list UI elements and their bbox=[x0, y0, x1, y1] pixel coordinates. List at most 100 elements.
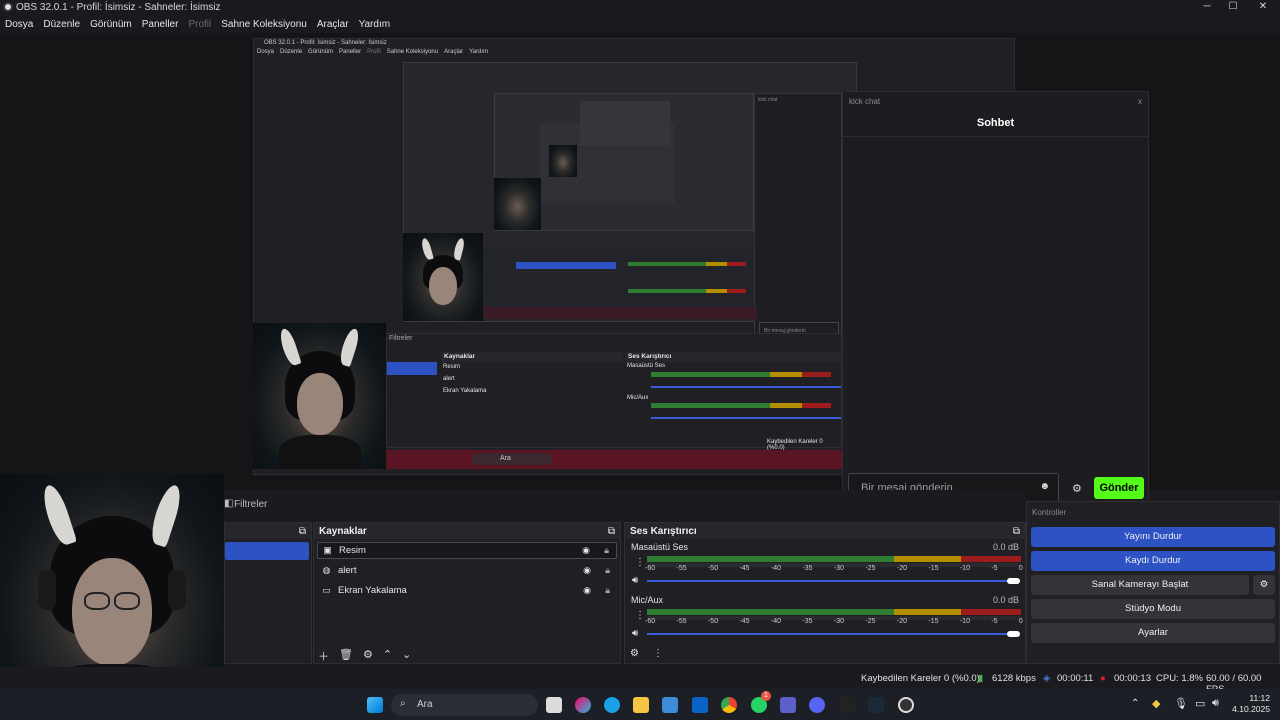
stop-stream-button[interactable]: Yayını Durdur bbox=[1031, 527, 1275, 547]
steam-icon[interactable] bbox=[868, 697, 884, 713]
meter-scale: -60 -55 -50 -45 -40 -35 -30 -25 -20 -15 -10 -5 0 bbox=[645, 565, 1023, 572]
dropped-frames: Kaybedilen Kareler 0 (%0.0) bbox=[861, 673, 980, 684]
source-row[interactable]: ▭ Ekran Yakalama ◉ 🔒︎ bbox=[317, 582, 617, 599]
sources-toolbar: ＋ 🗑︎ ⚙ ⌃ ⌄ bbox=[318, 648, 411, 664]
nested-webcam-5 bbox=[549, 145, 577, 177]
dock-undock-icon[interactable]: ⧉ bbox=[608, 526, 615, 537]
nested-search: Ara bbox=[472, 453, 552, 465]
windows-start-icon[interactable] bbox=[367, 697, 383, 713]
dock-undock-icon[interactable]: ⧉ bbox=[299, 526, 306, 537]
copilot-icon[interactable] bbox=[575, 697, 591, 713]
mixer-title: Ses Karıştırıcı bbox=[630, 525, 697, 537]
channel-menu-icon[interactable]: ⋮ bbox=[635, 557, 645, 568]
volume-slider[interactable] bbox=[647, 580, 1017, 582]
controls-title: Kontroller bbox=[1032, 508, 1067, 517]
chat-send-button[interactable]: Gönder bbox=[1094, 477, 1144, 499]
maximize-icon[interactable]: ☐ bbox=[1218, 0, 1248, 15]
taskbar-search[interactable]: ⌕ Ara bbox=[391, 694, 538, 716]
taskbar-clock[interactable]: 11:12 4.10.2025 bbox=[1232, 693, 1270, 715]
filters-bar: ◧ Filtreler bbox=[224, 490, 1026, 522]
microsoft-store-icon[interactable] bbox=[662, 697, 678, 713]
channel-menu-icon[interactable]: ⋮ bbox=[635, 610, 645, 621]
studio-mode-button[interactable]: Stüdyo Modu bbox=[1031, 599, 1275, 619]
arc-icon[interactable] bbox=[839, 697, 855, 713]
speaker-icon[interactable]: 🔊︎ bbox=[632, 628, 638, 639]
lock-icon[interactable]: 🔒︎ bbox=[604, 545, 609, 556]
start-virtual-camera-button[interactable]: Sanal Kamerayı Başlat bbox=[1031, 575, 1249, 595]
headphone-right bbox=[168, 570, 186, 610]
nested-docks-1: Filtreler Kaynaklar Ses Karıştırıcı Resi… bbox=[386, 333, 843, 451]
move-up-icon[interactable]: ⌃ bbox=[383, 648, 392, 664]
nested-source: Resim bbox=[443, 364, 461, 370]
network-icon[interactable]: ▭ bbox=[1195, 697, 1205, 710]
filters-label[interactable]: Filtreler bbox=[234, 499, 267, 510]
teams-icon[interactable] bbox=[780, 697, 796, 713]
nested-menu: Dosya Düzenle Görünüm Paneller Profil Sa… bbox=[254, 49, 1014, 59]
file-explorer-icon[interactable] bbox=[633, 697, 649, 713]
menu-tools[interactable]: Araçlar bbox=[317, 19, 349, 30]
chat-close-button[interactable]: x bbox=[1138, 97, 1142, 106]
outlook-icon[interactable] bbox=[692, 697, 708, 713]
advanced-audio-icon[interactable]: ⚙ bbox=[630, 648, 639, 659]
lock-icon[interactable]: 🔒︎ bbox=[605, 565, 610, 576]
chat-title: Sohbet bbox=[843, 110, 1148, 137]
lock-icon[interactable]: 🔒︎ bbox=[605, 585, 610, 596]
speaker-icon[interactable]: 🔊︎ bbox=[632, 575, 638, 586]
search-icon: ⌕ bbox=[400, 698, 406, 709]
source-properties-gear-icon[interactable]: ⚙ bbox=[363, 648, 373, 664]
menu-docks[interactable]: Paneller bbox=[142, 19, 179, 30]
nested-menu-item: Görünüm bbox=[308, 49, 334, 55]
obs-taskbar-icon[interactable] bbox=[898, 697, 914, 713]
filters-icon[interactable]: ◧ bbox=[224, 498, 233, 509]
virtual-camera-gear-icon[interactable]: ⚙ bbox=[1253, 575, 1275, 595]
menu-edit[interactable]: Düzenle bbox=[43, 19, 80, 30]
volume-knob[interactable] bbox=[1007, 578, 1020, 584]
menu-file[interactable]: Dosya bbox=[5, 19, 33, 30]
settings-button[interactable]: Ayarlar bbox=[1031, 623, 1275, 643]
nested-mic: Mic/Aux bbox=[627, 395, 649, 401]
scene-item-selected[interactable] bbox=[225, 542, 309, 560]
scenes-dock: ⧉ bbox=[224, 522, 312, 664]
meter-scale: -60 -55 -50 -45 -40 -35 -30 -25 -20 -15 -10 -5 0 bbox=[645, 618, 1023, 625]
nested-webcam-1 bbox=[253, 323, 386, 469]
menu-scene-collection[interactable]: Sahne Koleksiyonu bbox=[221, 19, 307, 30]
nested-title: OBS 32.0.1 - Profil: İsimsiz - Sahneler:… bbox=[264, 40, 387, 46]
chat-window-label: kick chat bbox=[849, 97, 881, 106]
whatsapp-icon[interactable]: 1 bbox=[751, 691, 771, 713]
move-down-icon[interactable]: ⌄ bbox=[402, 648, 411, 664]
chrome-icon[interactable] bbox=[721, 697, 737, 713]
eye-icon[interactable]: ◉ bbox=[583, 585, 591, 596]
microphone-icon[interactable]: 🎙︎ bbox=[1174, 697, 1188, 710]
remove-source-icon[interactable]: 🗑︎ bbox=[339, 648, 353, 664]
stop-record-button[interactable]: Kaydı Durdur bbox=[1031, 551, 1275, 571]
channel-name: Masaüstü Ses bbox=[631, 542, 689, 552]
tray-app-icon[interactable]: ◆ bbox=[1152, 697, 1160, 710]
source-row[interactable]: ◍ alert ◉ 🔒︎ bbox=[317, 562, 617, 579]
nested-filters-label: Filtreler bbox=[389, 335, 413, 342]
menu-help[interactable]: Yardım bbox=[359, 19, 391, 30]
eye-icon[interactable]: ◉ bbox=[582, 545, 590, 556]
volume-knob[interactable] bbox=[1007, 631, 1020, 637]
emoji-icon[interactable]: ☻ bbox=[1039, 481, 1050, 492]
source-row[interactable]: ▣ Resim ◉ 🔒︎ bbox=[317, 542, 617, 559]
sources-dock: Kaynaklar ⧉ ▣ Resim ◉ 🔒︎ ◍ alert ◉ 🔒︎ ▭ … bbox=[313, 522, 621, 664]
edge-icon[interactable] bbox=[604, 697, 620, 713]
task-view-icon[interactable] bbox=[546, 697, 562, 713]
dock-undock-icon[interactable]: ⧉ bbox=[1013, 526, 1020, 537]
add-source-icon[interactable]: ＋ bbox=[318, 648, 329, 664]
whatsapp-badge: 1 bbox=[761, 691, 771, 701]
volume-icon[interactable]: 🔊︎ bbox=[1212, 697, 1219, 710]
nested-obs-window-5 bbox=[580, 101, 670, 146]
discord-icon[interactable] bbox=[809, 697, 825, 713]
eye-icon[interactable]: ◉ bbox=[583, 565, 591, 576]
scenes-header: ⧉ bbox=[225, 523, 311, 539]
nested-chat-label: kick chat bbox=[758, 97, 778, 103]
chevron-up-icon[interactable]: ⌃ bbox=[1131, 698, 1139, 709]
menu-view[interactable]: Görünüm bbox=[90, 19, 132, 30]
menu-bar: Dosya Düzenle Görünüm Paneller Profil Sa… bbox=[0, 15, 1280, 33]
volume-slider[interactable] bbox=[647, 633, 1017, 635]
menu-profile[interactable]: Profil bbox=[188, 19, 211, 30]
close-icon[interactable]: ✕ bbox=[1248, 0, 1278, 15]
mixer-menu-icon[interactable]: ⋮ bbox=[653, 648, 663, 659]
chat-settings-gear-icon[interactable]: ⚙ bbox=[1072, 482, 1082, 495]
